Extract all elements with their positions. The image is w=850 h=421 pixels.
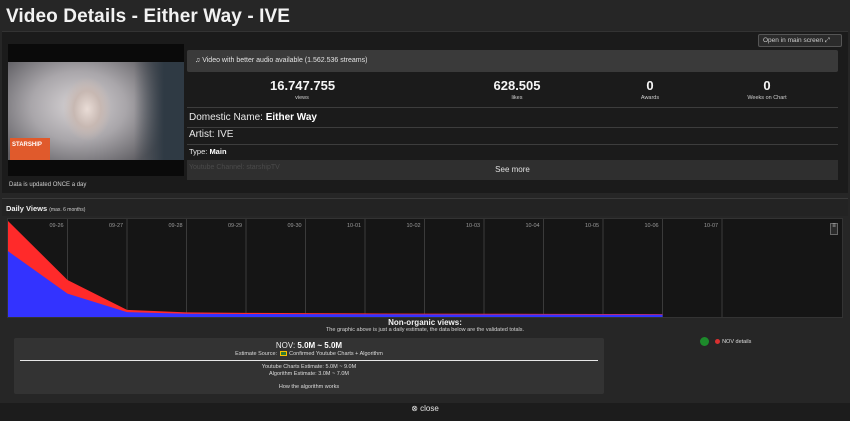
how-algorithm-works-link[interactable]: How the algorithm works — [14, 384, 604, 390]
divider — [187, 107, 838, 108]
update-note: Data is updated ONCE a day — [9, 182, 87, 188]
domestic-value: Either Way — [265, 112, 317, 123]
estimate-source-line: Estimate Source: Confirmed Youtube Chart… — [14, 351, 604, 357]
x-tick-label: 10-05 — [585, 223, 599, 229]
video-thumbnail[interactable]: STARSHIP — [8, 44, 184, 176]
domestic-name-row: Domestic Name: Either Way — [189, 112, 317, 123]
x-tick-label: 10-02 — [407, 223, 421, 229]
non-organic-subtitle: The graphic above is just a daily estima… — [325, 327, 525, 333]
awards-label: Awards — [640, 95, 660, 101]
close-icon: ⊗ — [411, 404, 418, 413]
youtube-charts-flag-icon — [279, 351, 287, 357]
divider — [187, 127, 838, 128]
algorithm-estimate: Algorithm Estimate: 3.0M ~ 7.0M — [269, 371, 349, 377]
likes-label: likes — [511, 95, 523, 101]
music-note-icon: ♫ — [195, 57, 201, 64]
artist-value: IVE — [217, 129, 234, 140]
source-value: Confirmed Youtube Charts + Algorithm — [289, 351, 383, 357]
thumbnail-shade — [134, 62, 184, 160]
non-organic-title: Non-organic views: — [388, 318, 462, 327]
x-tick-label: 10-07 — [704, 223, 718, 229]
artist-row: Artist: IVE — [189, 129, 233, 140]
x-tick-label: 09-29 — [228, 223, 242, 229]
nov-estimate-box: NOV: 5.0M ~ 5.0M Estimate Source: Confir… — [14, 338, 604, 394]
daily-views-subtitle: (max. 6 months) — [49, 207, 86, 213]
nov-range-line: NOV: 5.0M ~ 5.0M — [14, 341, 604, 350]
x-tick-label: 09-28 — [169, 223, 183, 229]
daily-views-chart-svg: 09-26 09-27 09-28 09-29 09-30 10-01 10-02 10-03… — [8, 219, 723, 317]
x-tick-label: 09-27 — [109, 223, 123, 229]
thumbnail-logo: STARSHIP — [10, 138, 50, 160]
x-tick-label: 09-26 — [50, 223, 64, 229]
close-label: close — [420, 404, 439, 413]
close-button[interactable]: ⊗ close — [0, 404, 850, 413]
weeks-value: 0 — [763, 78, 771, 93]
series-area-upper — [8, 221, 663, 317]
daily-views-title: Daily Views (max. 6 months) — [6, 204, 86, 213]
open-main-label: Open in main screen — [763, 37, 823, 44]
views-label: views — [295, 95, 309, 101]
type-label: Type: — [189, 147, 208, 156]
type-row: Type: Main — [189, 147, 227, 156]
source-prefix: Estimate Source: — [235, 351, 278, 357]
awards-value: 0 — [646, 78, 654, 93]
page-title: Video Details - Either Way - IVE — [6, 6, 291, 27]
see-more-button[interactable]: Youtube Channel: starshipTV See more — [187, 160, 838, 180]
see-more-label: See more — [495, 165, 530, 174]
x-tick-label: 10-01 — [347, 223, 361, 229]
x-tick-label: 10-03 — [466, 223, 480, 229]
daily-views-chart: 09-26 09-27 09-28 09-29 09-30 10-01 10-02 10-03… — [7, 218, 843, 318]
type-value: Main — [209, 147, 227, 156]
better-audio-banner[interactable]: ♫ Video with better audio available (1.5… — [187, 50, 838, 72]
daily-views-header: Daily Views (max. 6 months) — [2, 198, 848, 216]
stat-weeks-on-chart: 0 Weeks on Chart — [739, 78, 795, 101]
artist-label: Artist: — [189, 129, 215, 140]
better-audio-text: Video with better audio available (1.562… — [202, 57, 368, 64]
nov-prefix: NOV: — [275, 341, 296, 350]
open-in-main-screen-button[interactable]: Open in main screen ⤢ — [758, 34, 842, 47]
divider — [187, 144, 838, 145]
status-circle-icon — [700, 337, 709, 346]
warning-icon — [714, 339, 720, 344]
stat-views: 16.747.755 views — [270, 78, 336, 101]
series-area-lower — [8, 251, 663, 317]
video-details-modal: Video Details - Either Way - IVE STARSHI… — [0, 0, 850, 421]
expand-icon: ⤢ — [824, 37, 830, 44]
domestic-label: Domestic Name: — [189, 112, 263, 123]
x-tick-label: 10-06 — [645, 223, 659, 229]
likes-value: 628.505 — [493, 78, 541, 93]
weeks-label: Weeks on Chart — [747, 95, 787, 101]
nov-range: 5.0M ~ 5.0M — [297, 341, 343, 350]
youtube-channel-row: Youtube Channel: starshipTV — [189, 164, 280, 171]
video-summary-panel: STARSHIP Data is updated ONCE a day Open… — [2, 31, 848, 193]
youtube-charts-estimate: Youtube Charts Estimate: 5.0M ~ 9.0M — [261, 364, 357, 370]
nov-details-label: NOV details — [722, 338, 752, 345]
x-tick-label: 10-04 — [526, 223, 540, 229]
stat-awards: 0 Awards — [630, 78, 670, 101]
nov-details-link[interactable]: NOV details — [700, 337, 751, 346]
x-tick-label: 09-30 — [288, 223, 302, 229]
divider — [20, 360, 598, 361]
chart-menu-button[interactable]: ≡ — [830, 223, 838, 235]
views-value: 16.747.755 — [270, 78, 336, 93]
stat-likes: 628.505 likes — [487, 78, 547, 101]
